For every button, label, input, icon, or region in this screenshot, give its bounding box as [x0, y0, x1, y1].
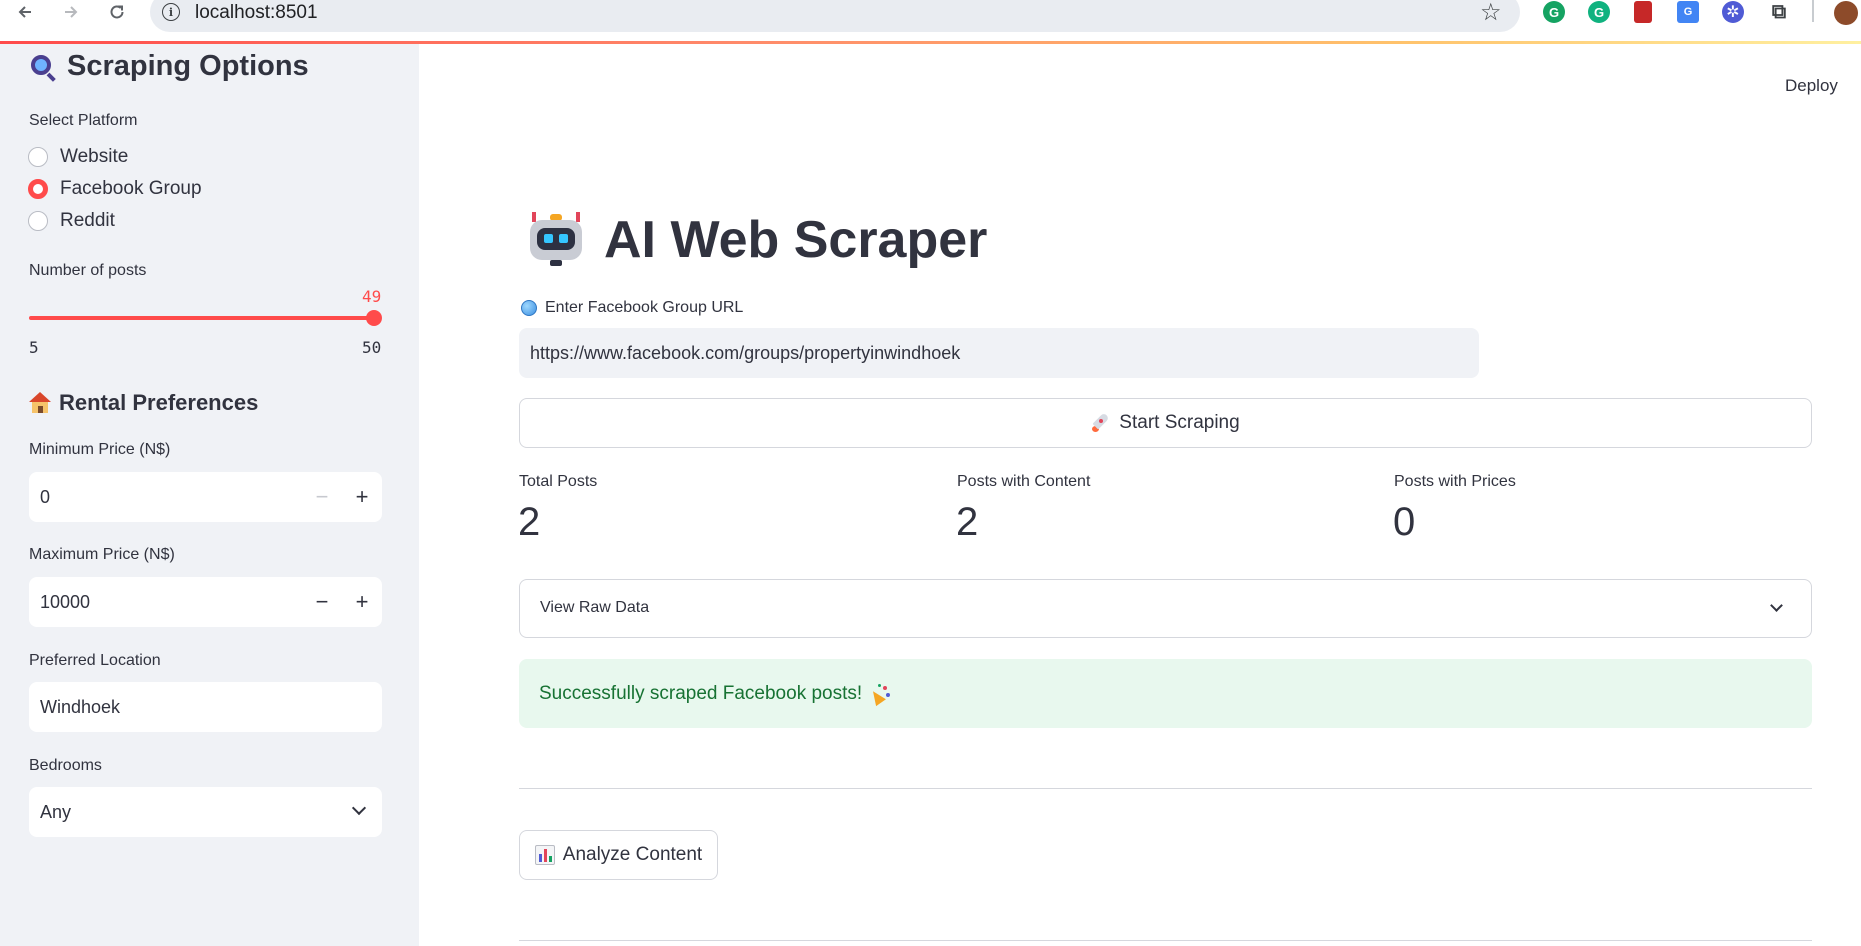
- rental-heading-text: Rental Preferences: [59, 390, 259, 415]
- min-price-increment-button[interactable]: +: [342, 472, 382, 522]
- min-price-value[interactable]: 0: [29, 487, 302, 508]
- posts-slider-max: 50: [362, 338, 382, 357]
- bookmark-star-icon[interactable]: ☆: [1480, 0, 1502, 27]
- min-price-decrement-button[interactable]: −: [302, 472, 342, 522]
- party-popper-icon: [868, 683, 891, 706]
- url-label-text: Enter Facebook Group URL: [545, 299, 744, 316]
- reload-icon[interactable]: [102, 0, 132, 24]
- url-input-label: Enter Facebook Group URL: [521, 299, 743, 317]
- platform-label: Select Platform: [29, 112, 138, 129]
- posts-slider-label: Number of posts: [29, 262, 147, 279]
- sidebar-title-text: Scraping Options: [67, 50, 309, 82]
- site-info-icon[interactable]: i: [162, 3, 180, 21]
- rocket-icon: [1091, 412, 1111, 433]
- max-price-input[interactable]: 10000 − +: [29, 577, 382, 627]
- radio-reddit[interactable]: Reddit: [28, 210, 115, 232]
- radio-label: Reddit: [60, 210, 115, 231]
- deploy-button[interactable]: Deploy: [1785, 76, 1838, 96]
- page-title-text: AI Web Scraper: [604, 211, 988, 269]
- chevron-down-icon: [1770, 599, 1783, 612]
- sidebar: Scraping Options Select Platform Website…: [0, 44, 419, 946]
- chevron-down-icon: [351, 800, 367, 816]
- toolbar-divider: [1812, 0, 1814, 22]
- radio-circle-selected[interactable]: [28, 179, 48, 199]
- start-scraping-label: Start Scraping: [1119, 412, 1240, 433]
- analyze-content-label: Analyze Content: [562, 844, 703, 865]
- address-bar-url[interactable]: localhost:8501: [195, 2, 318, 24]
- posts-slider-track[interactable]: [29, 316, 374, 320]
- min-price-label: Minimum Price (N$): [29, 441, 171, 458]
- radio-facebook-group[interactable]: Facebook Group: [28, 178, 202, 200]
- ai-extension-icon[interactable]: ✲: [1722, 1, 1744, 23]
- divider: [519, 940, 1812, 941]
- expander-label: View Raw Data: [540, 599, 650, 616]
- address-bar[interactable]: [150, 0, 1520, 32]
- grammarly-extension-icon[interactable]: G: [1543, 1, 1565, 23]
- location-input[interactable]: [29, 682, 382, 732]
- max-price-increment-button[interactable]: +: [342, 577, 382, 627]
- bedrooms-label: Bedrooms: [29, 757, 102, 774]
- max-price-value[interactable]: 10000: [29, 592, 302, 613]
- page-title: AI Web Scraper: [526, 210, 987, 270]
- radio-website[interactable]: Website: [28, 146, 128, 168]
- grammarly-go-extension-icon[interactable]: G: [1588, 1, 1610, 23]
- metric-posts-with-prices-value: 0: [1393, 500, 1416, 544]
- success-message: Successfully scraped Facebook posts!: [539, 682, 863, 704]
- browser-toolbar: i localhost:8501 ☆ G G G ✲ ⧉: [0, 0, 1861, 32]
- radio-circle[interactable]: [28, 211, 48, 231]
- bedrooms-select[interactable]: Any: [29, 787, 382, 837]
- metric-posts-with-content-label: Posts with Content: [957, 473, 1091, 490]
- forward-arrow-icon[interactable]: [56, 0, 86, 24]
- house-icon: [29, 392, 51, 414]
- rental-preferences-heading: Rental Preferences: [29, 390, 258, 416]
- min-price-input[interactable]: 0 − +: [29, 472, 382, 522]
- radio-label: Website: [60, 146, 129, 167]
- translate-extension-icon[interactable]: G: [1677, 1, 1699, 23]
- book-extension-icon[interactable]: [1634, 1, 1652, 23]
- start-scraping-button[interactable]: Start Scraping: [519, 398, 1812, 448]
- radio-label: Facebook Group: [60, 178, 202, 199]
- success-alert: Successfully scraped Facebook posts!: [519, 659, 1812, 728]
- metric-posts-with-content-value: 2: [956, 500, 979, 544]
- magnifying-glass-icon: [29, 53, 57, 82]
- analyze-content-button[interactable]: Analyze Content: [519, 830, 718, 880]
- bedrooms-selected-value: Any: [40, 801, 72, 822]
- radio-circle[interactable]: [28, 147, 48, 167]
- posts-slider-value: 49: [362, 287, 382, 306]
- location-label: Preferred Location: [29, 652, 161, 669]
- divider: [519, 788, 1812, 789]
- view-raw-data-expander[interactable]: View Raw Data: [519, 579, 1812, 638]
- metric-total-posts-label: Total Posts: [519, 473, 598, 490]
- metric-total-posts-value: 2: [518, 500, 541, 544]
- globe-icon: [521, 300, 537, 316]
- extensions-puzzle-icon[interactable]: ⧉: [1768, 1, 1790, 23]
- robot-icon: [526, 210, 586, 270]
- max-price-decrement-button[interactable]: −: [302, 577, 342, 627]
- max-price-label: Maximum Price (N$): [29, 546, 175, 563]
- profile-avatar[interactable]: [1834, 1, 1858, 25]
- back-arrow-icon[interactable]: [10, 0, 40, 24]
- facebook-group-url-input[interactable]: [519, 328, 1479, 378]
- posts-slider-thumb[interactable]: [366, 310, 382, 326]
- metric-posts-with-prices-label: Posts with Prices: [1394, 473, 1516, 490]
- bar-chart-icon: [534, 845, 555, 865]
- posts-slider-min: 5: [29, 338, 39, 357]
- sidebar-title: Scraping Options: [29, 50, 309, 83]
